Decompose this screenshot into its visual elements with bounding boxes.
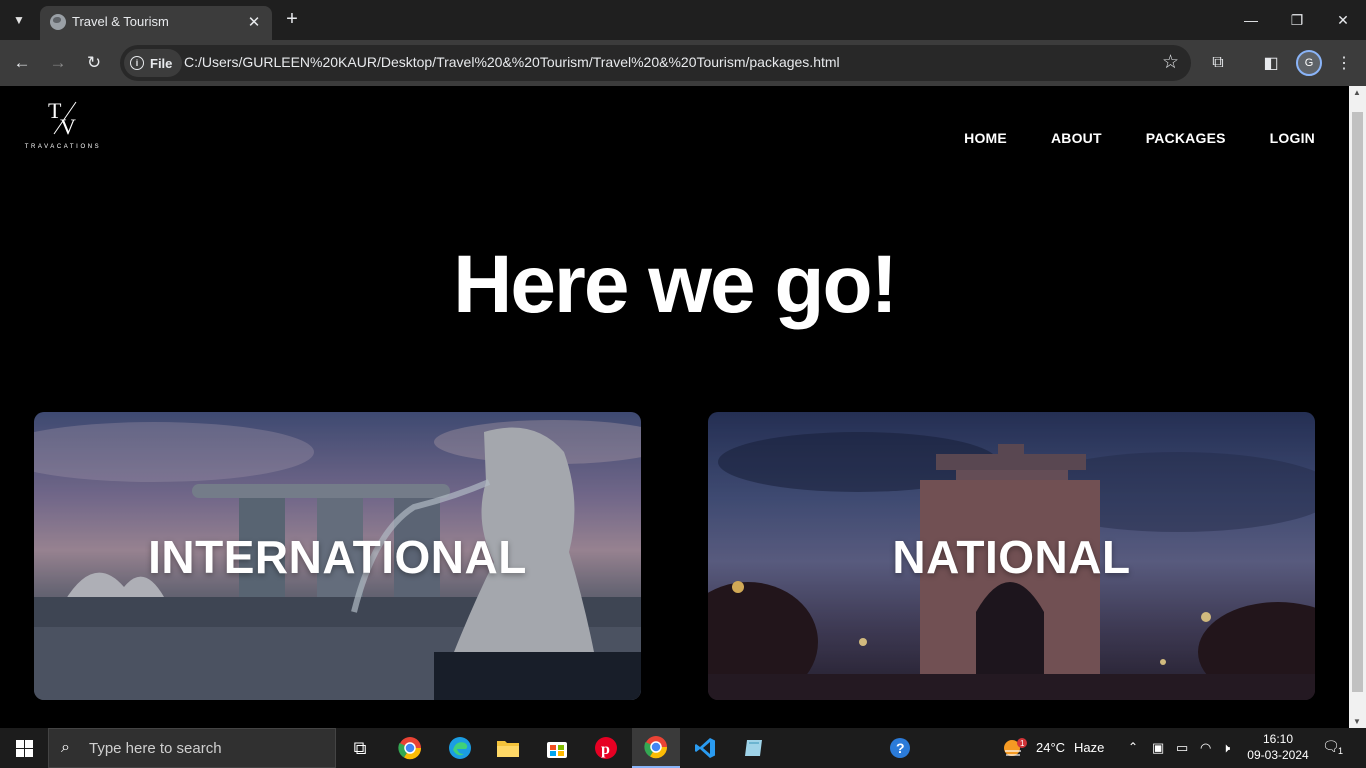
pinterest-icon[interactable]: p <box>582 728 630 768</box>
scrollbar-thumb[interactable] <box>1352 112 1363 692</box>
nav-link-about[interactable]: ABOUT <box>1051 130 1102 146</box>
help-icon[interactable]: ? <box>876 728 924 768</box>
site-info-chip[interactable]: i File <box>124 49 183 77</box>
browser-tab-active[interactable]: Travel & Tourism ✕ <box>40 6 272 40</box>
close-tab-icon[interactable]: ✕ <box>244 12 264 32</box>
globe-icon <box>50 14 66 30</box>
microsoft-store-icon[interactable] <box>533 728 581 768</box>
windows-start-button[interactable] <box>0 728 48 768</box>
url-text[interactable]: C:/Users/GURLEEN%20KAUR/Desktop/Travel%2… <box>184 54 840 70</box>
battery-icon[interactable]: ▭ <box>1176 740 1188 756</box>
edge-browser-icon[interactable] <box>436 728 484 768</box>
vscode-icon[interactable] <box>681 728 729 768</box>
hero-title: Here we go! <box>453 239 898 330</box>
nav-link-packages[interactable]: PACKAGES <box>1146 130 1226 146</box>
svg-text:V: V <box>60 114 76 138</box>
meet-now-icon[interactable]: ▣ <box>1152 740 1164 756</box>
clock-time: 16:10 <box>1262 732 1294 746</box>
restore-window-icon[interactable]: ❐ <box>1274 0 1320 40</box>
search-placeholder: Type here to search <box>89 740 222 757</box>
page-viewport: T V TRAVACATIONS HOME ABOUT PACKAGES LOG… <box>0 86 1366 728</box>
tab-search-chevron-icon[interactable]: ▼ <box>8 9 30 31</box>
nav-link-login[interactable]: LOGIN <box>1270 130 1315 146</box>
notification-count: 1 <box>1338 746 1344 756</box>
task-view-icon[interactable]: ⧉ <box>336 728 384 768</box>
info-icon: i <box>130 56 144 70</box>
notes-app-icon[interactable] <box>730 728 778 768</box>
weather-description[interactable]: Haze <box>1074 740 1104 755</box>
extensions-puzzle-icon[interactable]: ⧉ <box>1205 50 1231 76</box>
file-explorer-icon[interactable] <box>484 728 532 768</box>
side-panel-icon[interactable]: ◧ <box>1258 50 1284 76</box>
browser-toolbar: ← → ↻ i File C:/Users/GURLEEN%20KAUR/Des… <box>0 40 1366 86</box>
minimize-window-icon[interactable]: — <box>1228 0 1274 40</box>
wifi-icon[interactable]: ◠ <box>1200 740 1211 756</box>
new-tab-plus-icon[interactable]: + <box>281 8 303 30</box>
volume-muted-icon[interactable]: 🕨 <box>1222 740 1230 756</box>
address-bar[interactable]: i File C:/Users/GURLEEN%20KAUR/Desktop/T… <box>120 45 1191 81</box>
search-icon: ⌕ <box>61 739 70 756</box>
national-package-card[interactable]: NATIONAL <box>708 412 1315 700</box>
weather-temperature[interactable]: 24°C <box>1036 740 1065 755</box>
forward-arrow-icon[interactable]: → <box>46 51 70 75</box>
back-arrow-icon[interactable]: ← <box>10 51 34 75</box>
nav-link-home[interactable]: HOME <box>964 130 1007 146</box>
windows-taskbar: ⌕ Type here to search ⧉ p ? 1 24°C Haze … <box>0 728 1366 768</box>
windows-logo-icon <box>15 739 33 757</box>
bookmark-star-icon[interactable]: ☆ <box>1162 51 1179 74</box>
svg-text:1: 1 <box>1020 739 1025 748</box>
chrome-active-app-icon[interactable] <box>632 728 680 768</box>
taskbar-clock[interactable]: 16:10 09-03-2024 <box>1246 731 1310 763</box>
national-card-label: NATIONAL <box>892 531 1131 583</box>
reload-icon[interactable]: ↻ <box>82 51 106 75</box>
profile-avatar[interactable]: G <box>1296 50 1322 76</box>
weather-icon[interactable]: 1 <box>992 728 1036 768</box>
site-chip-label: File <box>150 55 173 71</box>
tab-title: Travel & Tourism <box>72 14 169 29</box>
svg-text:p: p <box>601 741 610 758</box>
browser-tab-strip: ▼ Travel & Tourism ✕ + — ❐ ✕ <box>0 0 1366 40</box>
scroll-down-arrow-icon[interactable]: ▼ <box>1353 717 1361 726</box>
international-package-card[interactable]: INTERNATIONAL <box>34 412 641 700</box>
clock-date: 09-03-2024 <box>1247 748 1309 762</box>
svg-text:?: ? <box>896 740 905 756</box>
chrome-profile-app-icon[interactable] <box>386 728 434 768</box>
kebab-menu-icon[interactable]: ⋮ <box>1331 50 1357 76</box>
site-logo[interactable]: T V TRAVACATIONS <box>22 98 104 156</box>
logo-wordmark: TRAVACATIONS <box>24 144 102 150</box>
show-hidden-icons-chevron-icon[interactable]: ⌃ <box>1128 740 1138 754</box>
international-card-label: INTERNATIONAL <box>148 531 527 583</box>
taskbar-search-box[interactable]: ⌕ Type here to search <box>48 728 336 768</box>
scroll-up-arrow-icon[interactable]: ▲ <box>1353 88 1361 97</box>
page-scrollbar[interactable]: ▲ ▼ <box>1349 86 1366 728</box>
site-navigation: HOME ABOUT PACKAGES LOGIN <box>964 130 1315 146</box>
logo-monogram-icon: T V <box>48 98 77 138</box>
close-window-icon[interactable]: ✕ <box>1320 0 1366 40</box>
